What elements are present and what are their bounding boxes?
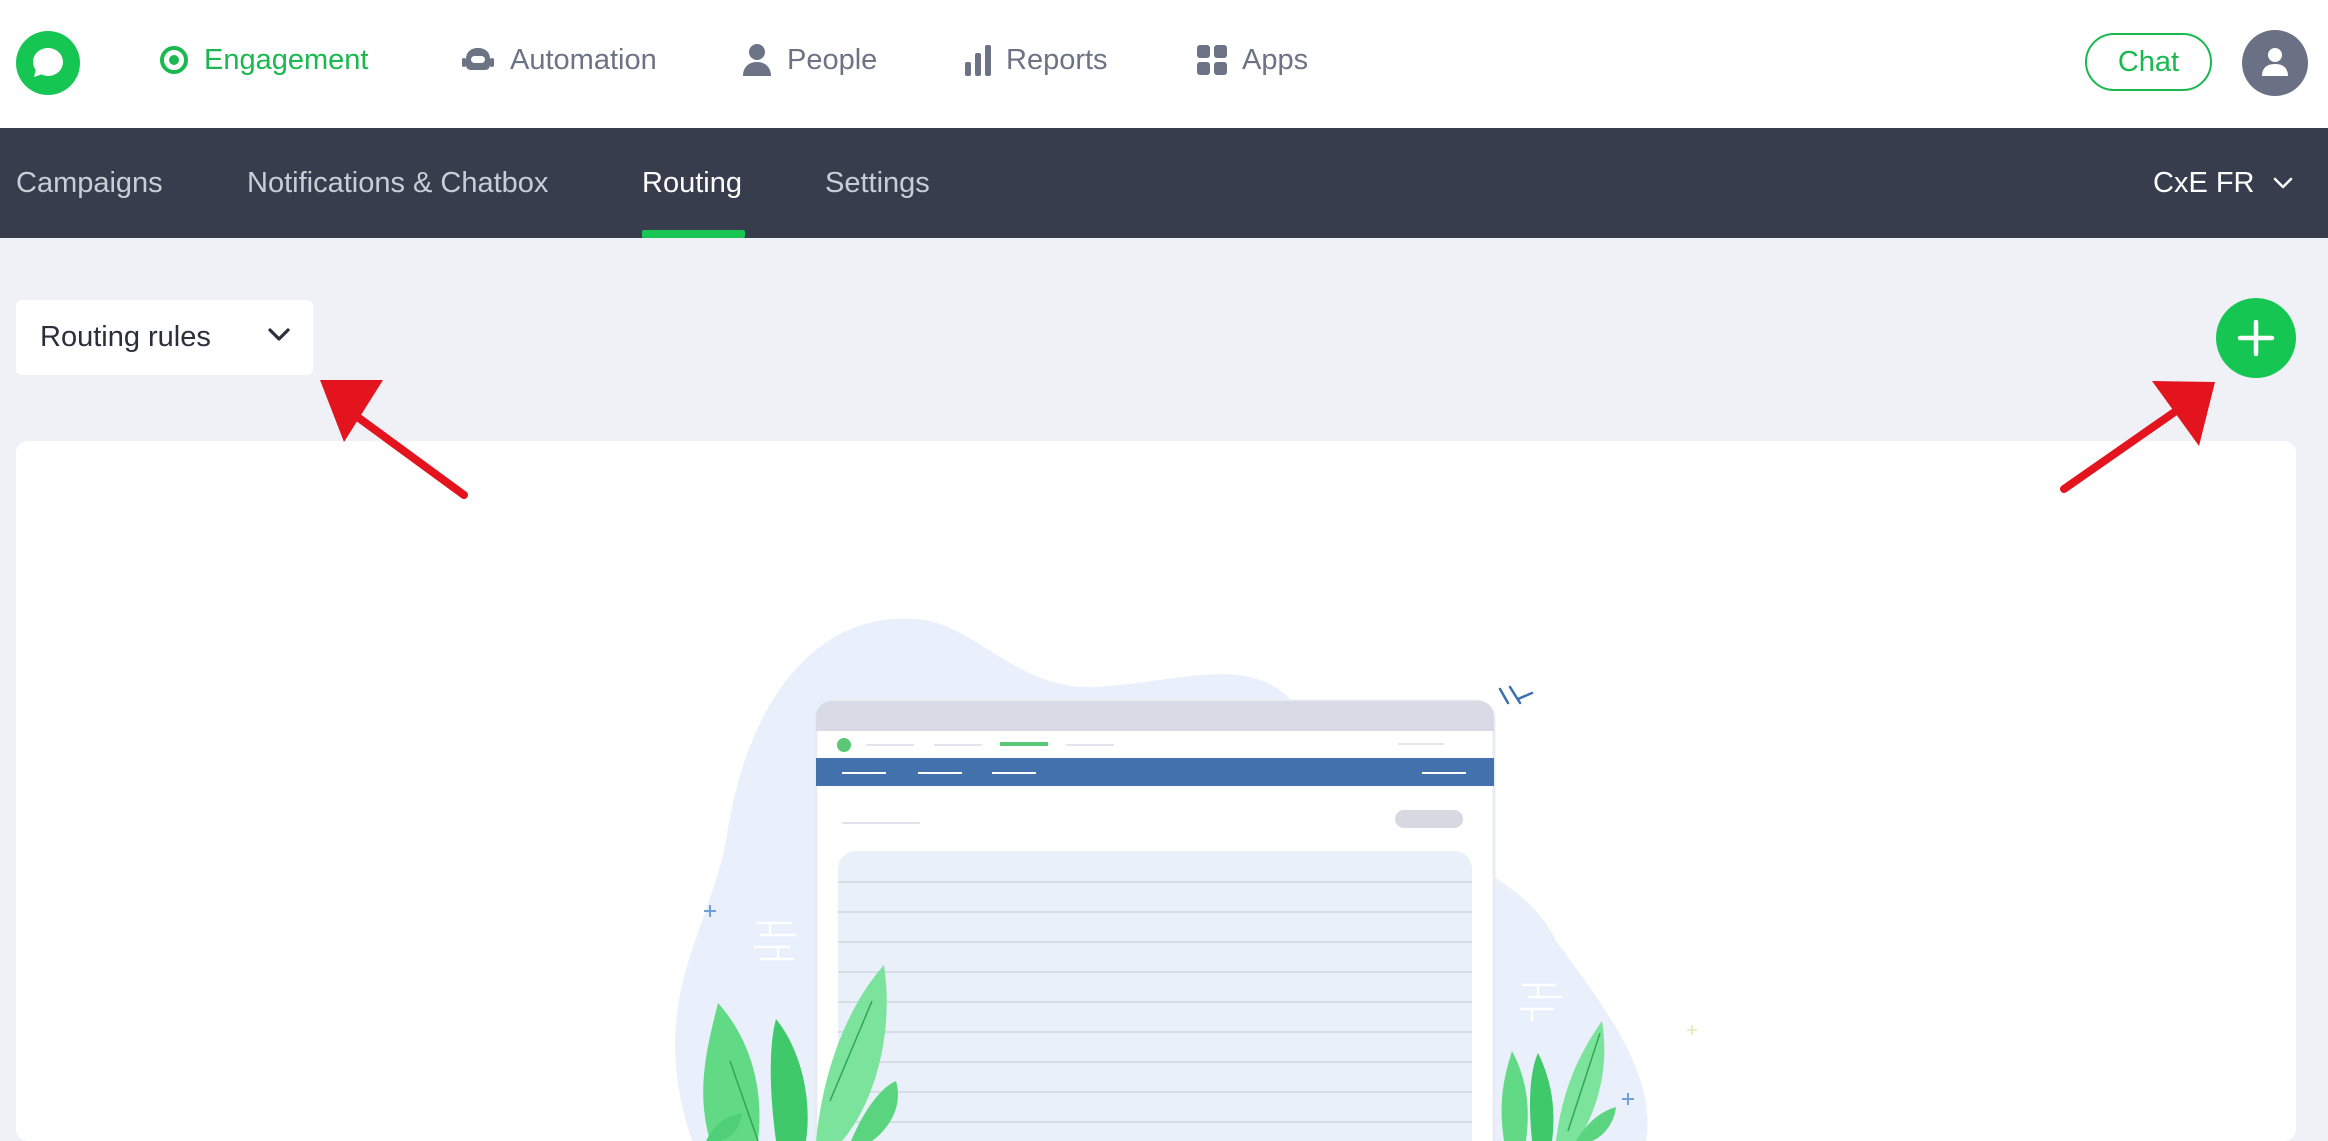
chevron-down-icon <box>268 328 290 341</box>
dropdown-value: Routing rules <box>40 321 211 353</box>
nav-label: People <box>787 43 878 76</box>
active-tab-indicator <box>642 230 745 238</box>
grid-icon <box>1197 45 1227 75</box>
nav-engagement[interactable]: Engagement <box>158 36 368 84</box>
nav-label: Reports <box>1006 43 1108 76</box>
user-icon <box>2262 48 2288 76</box>
nav-apps[interactable]: Apps <box>1196 36 1308 84</box>
empty-state-illustration <box>675 618 1697 1141</box>
top-navigation: Engagement Automation People Reports App… <box>0 0 2328 128</box>
avatar[interactable] <box>2242 30 2308 96</box>
nav-people[interactable]: People <box>741 36 877 84</box>
workspace-switcher[interactable]: CxE FR <box>2153 128 2293 238</box>
chat-bubble-icon[interactable] <box>16 31 80 95</box>
nav-label: Apps <box>1242 43 1309 76</box>
chat-button[interactable]: Chat <box>2085 33 2212 91</box>
sub-navigation: Campaigns Notifications & Chatbox Routin… <box>0 128 2328 238</box>
arrow-to-dropdown-head <box>320 380 383 442</box>
arrow-to-add-button-head <box>2152 381 2215 446</box>
routing-rules-dropdown[interactable]: Routing rules <box>16 300 313 375</box>
bot-icon <box>462 48 494 70</box>
plus-icon <box>2237 319 2275 357</box>
nav-label: Automation <box>510 43 657 76</box>
tab-notifications-chatbox[interactable]: Notifications & Chatbox <box>247 128 548 238</box>
empty-state-card <box>16 441 2296 1141</box>
nav-label: Engagement <box>204 43 369 76</box>
tab-routing[interactable]: Routing <box>642 128 742 238</box>
chevron-down-icon <box>2273 177 2292 189</box>
bar-chart-icon <box>965 45 991 76</box>
tab-campaigns[interactable]: Campaigns <box>16 128 163 238</box>
workspace-name: CxE FR <box>2153 166 2255 199</box>
tab-settings[interactable]: Settings <box>825 128 930 238</box>
nav-reports[interactable]: Reports <box>964 36 1108 84</box>
add-rule-button[interactable] <box>2216 298 2296 378</box>
nav-automation[interactable]: Automation <box>460 36 657 84</box>
target-icon <box>160 46 188 74</box>
person-icon <box>743 44 771 76</box>
